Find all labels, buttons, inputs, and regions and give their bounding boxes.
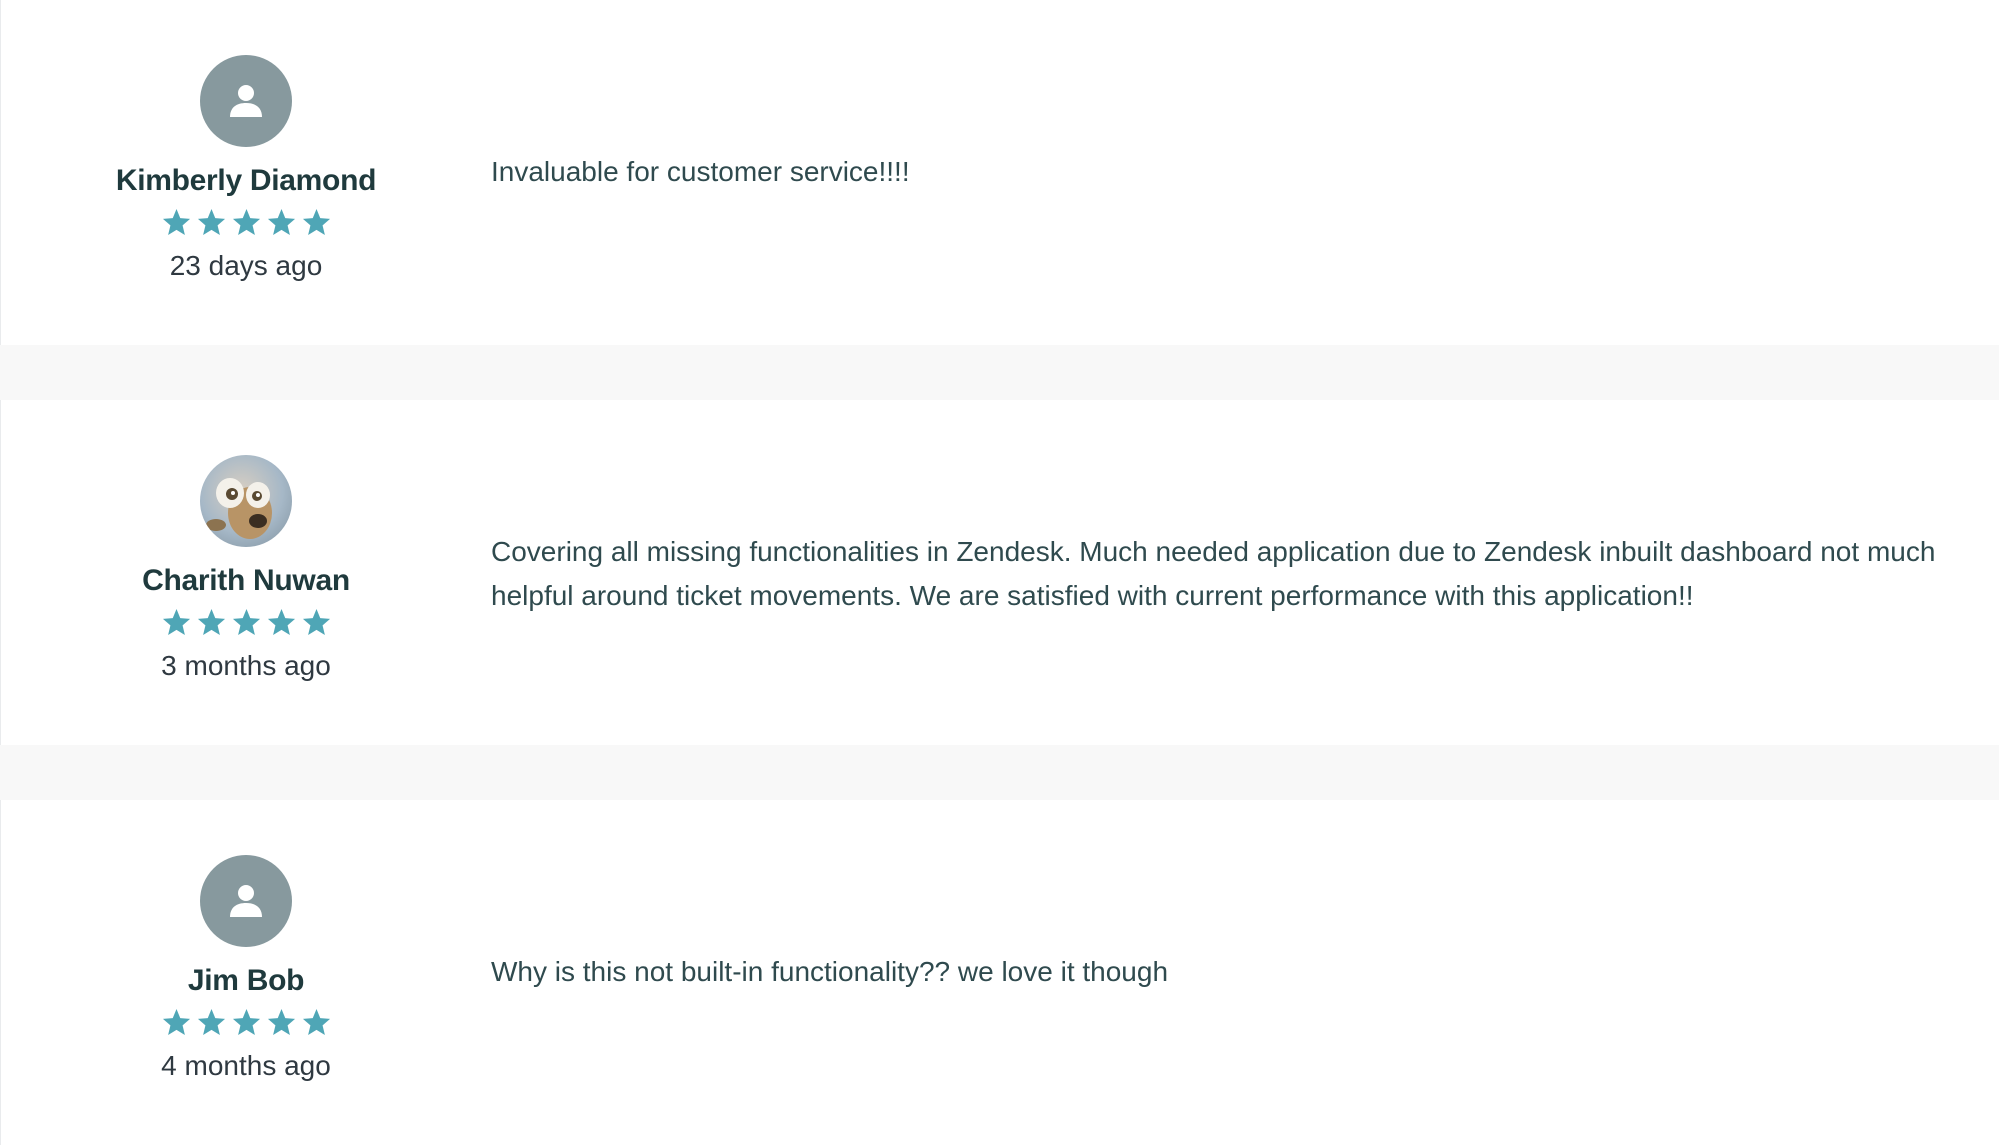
- user-icon: [230, 85, 262, 117]
- star-icon: [197, 1008, 225, 1036]
- review-text: Invaluable for customer service!!!!: [491, 156, 910, 187]
- star-icon: [267, 1008, 295, 1036]
- avatar: [200, 455, 292, 547]
- star-icon: [267, 208, 295, 236]
- review-date: 23 days ago: [169, 250, 323, 281]
- star-rating: [96, 1007, 396, 1041]
- review-text: Covering all missing functionalities in …: [491, 536, 1936, 611]
- star-icon: [162, 1008, 190, 1036]
- star-rating: [96, 207, 396, 241]
- star-rating: [96, 607, 396, 641]
- author-name: Jim Bob: [187, 964, 305, 997]
- star-icon: [302, 608, 330, 636]
- star-icon: [162, 208, 190, 236]
- avatar: [200, 855, 292, 947]
- review-text: Why is this not built-in functionality??…: [491, 956, 1169, 987]
- review-date: 4 months ago: [161, 1050, 331, 1081]
- review-author: Jim Bob 4 months ago: [96, 855, 396, 1083]
- review-author: Charith Nuwan 3 months ago: [96, 455, 396, 683]
- profile-photo-icon: [206, 478, 272, 539]
- star-icon: [232, 208, 260, 236]
- review-card: Charith Nuwan 3 months ago Covering all …: [0, 400, 1999, 745]
- star-icon: [302, 1008, 330, 1036]
- review-date: 3 months ago: [161, 650, 331, 681]
- star-icon: [162, 608, 190, 636]
- review-card: Kimberly Diamond 23 days ago Invaluable …: [0, 0, 1999, 345]
- star-icon: [197, 208, 225, 236]
- author-name: Charith Nuwan: [142, 564, 350, 597]
- user-icon: [230, 885, 262, 917]
- star-icon: [232, 1008, 260, 1036]
- star-icon: [197, 608, 225, 636]
- review-author: Kimberly Diamond 23 days ago: [96, 55, 396, 283]
- review-card: Jim Bob 4 months ago Why is this not bui…: [0, 800, 1999, 1145]
- star-icon: [267, 608, 295, 636]
- star-icon: [232, 608, 260, 636]
- reviews-list: Kimberly Diamond 23 days ago Invaluable …: [0, 0, 1999, 1145]
- author-name: Kimberly Diamond: [115, 164, 377, 197]
- star-icon: [302, 208, 330, 236]
- avatar: [200, 55, 292, 147]
